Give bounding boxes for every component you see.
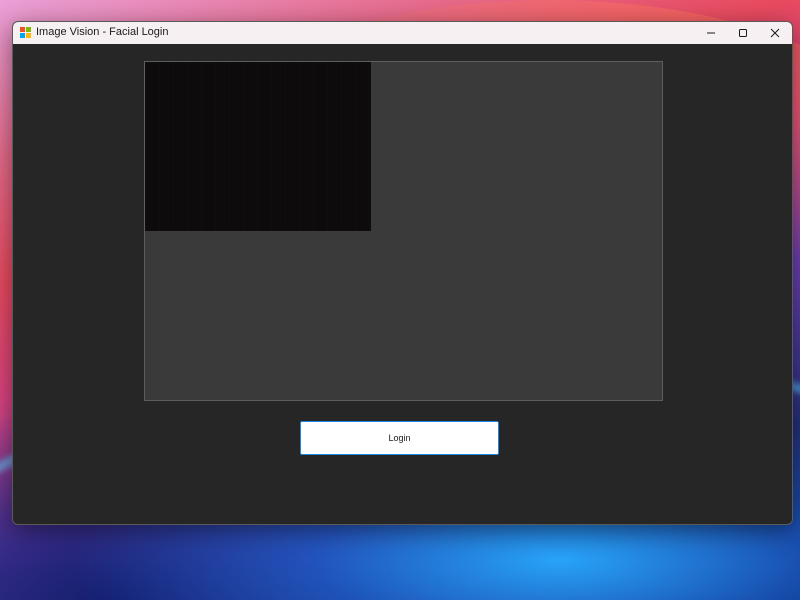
- minimize-icon: [707, 32, 715, 34]
- camera-feed: [145, 62, 371, 231]
- minimize-button[interactable]: [695, 22, 727, 44]
- login-button[interactable]: Login: [300, 421, 499, 455]
- camera-panel: [144, 61, 663, 401]
- window-title: Image Vision - Facial Login: [36, 26, 169, 38]
- maximize-button[interactable]: [727, 22, 759, 44]
- title-bar[interactable]: Image Vision - Facial Login: [13, 22, 792, 44]
- close-icon: [770, 28, 780, 38]
- desktop-wallpaper: Image Vision - Facial Login Login: [0, 0, 800, 600]
- close-button[interactable]: [759, 22, 791, 44]
- app-icon: [20, 27, 31, 38]
- app-window: Image Vision - Facial Login Login: [12, 21, 793, 525]
- maximize-icon: [739, 29, 747, 37]
